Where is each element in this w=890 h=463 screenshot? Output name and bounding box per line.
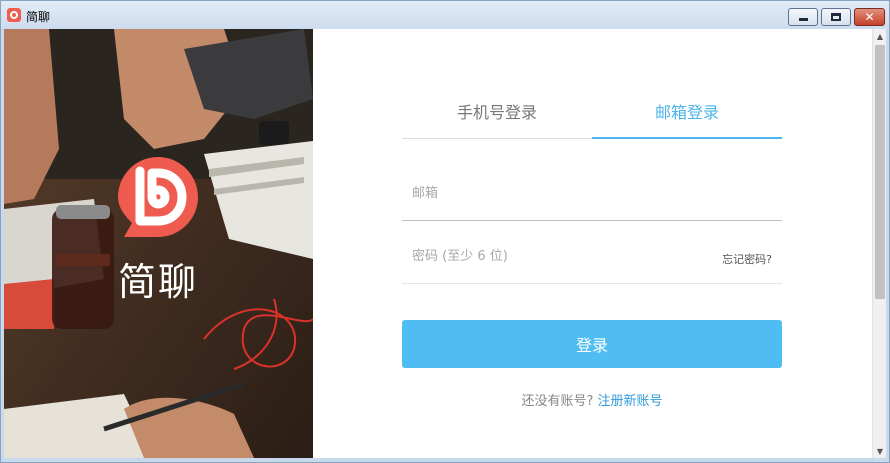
scrollbar-thumb[interactable]	[875, 45, 885, 299]
background-photo: 简聊	[4, 29, 313, 458]
title-bar[interactable]: 简聊 ✕	[1, 1, 889, 29]
window-title: 简聊	[26, 10, 51, 24]
register-link[interactable]: 注册新账号	[598, 394, 663, 409]
minimize-button[interactable]	[788, 8, 818, 26]
login-button[interactable]: 登录	[402, 320, 782, 368]
register-prompt: 还没有账号?	[521, 394, 598, 409]
photo-illustration	[4, 29, 313, 458]
chat-logo-icon	[114, 151, 204, 243]
brand-name: 简聊	[118, 260, 199, 304]
tab-phone-login[interactable]: 手机号登录	[402, 93, 592, 139]
minimize-icon	[798, 18, 808, 21]
password-field: 忘记密码?	[402, 224, 782, 284]
email-field	[402, 161, 782, 221]
forgot-password-link[interactable]: 忘记密码?	[722, 251, 772, 267]
close-icon: ✕	[864, 10, 875, 24]
login-form: 手机号登录 邮箱登录 忘记密码? 登录 还没有账号? 注册新账号	[402, 29, 782, 458]
maximize-button[interactable]	[821, 8, 851, 26]
tab-email-login[interactable]: 邮箱登录	[592, 93, 782, 139]
maximize-icon	[831, 13, 841, 21]
email-input[interactable]	[402, 179, 702, 207]
vertical-scrollbar[interactable]: ▲ ▼	[872, 29, 886, 458]
register-prompt-line: 还没有账号? 注册新账号	[402, 390, 782, 409]
app-icon	[7, 8, 21, 22]
client-area: 简聊 手机号登录 邮箱登录 忘记密码? 登录 还没有账号? 注册新账号 ▲	[4, 29, 886, 458]
password-input[interactable]	[402, 242, 702, 270]
close-button[interactable]: ✕	[854, 8, 885, 26]
app-window: 简聊 ✕ 简聊 手机号登录 邮箱登录 邮箱 忘记密码? 登录 还没有账号? 注册…	[0, 0, 890, 463]
scroll-down-icon[interactable]: ▼	[873, 444, 886, 458]
scroll-up-icon[interactable]: ▲	[873, 29, 886, 43]
login-tabs: 手机号登录 邮箱登录	[402, 93, 782, 139]
